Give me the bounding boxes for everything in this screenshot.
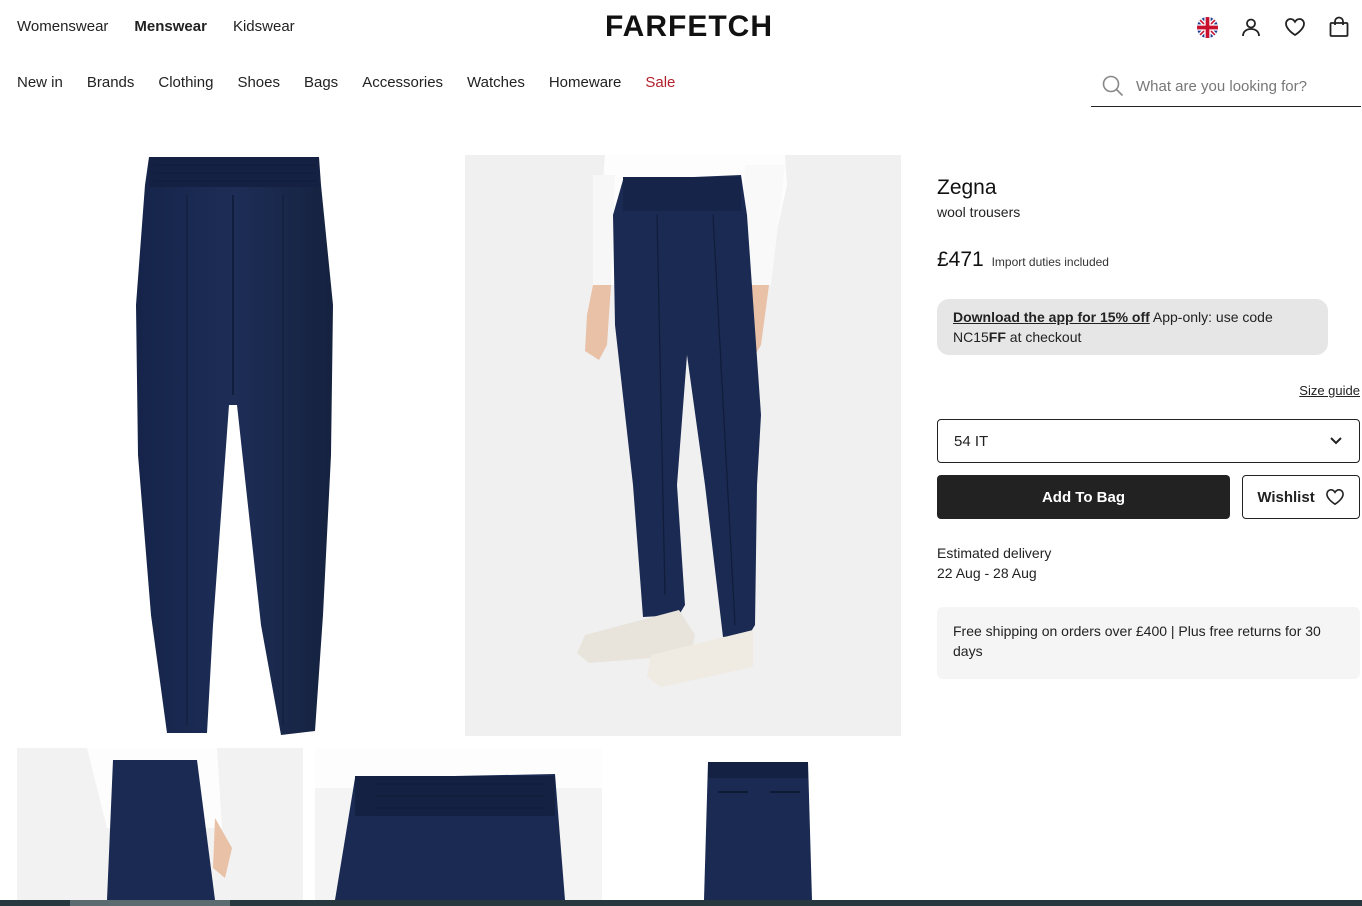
size-guide-link[interactable]: Size guide (1299, 383, 1360, 398)
nav-clothing[interactable]: Clothing (158, 74, 213, 91)
nav-new-in[interactable]: New in (17, 74, 63, 91)
nav-bags[interactable]: Bags (304, 74, 338, 91)
product-price: £471 Import duties included (937, 248, 1109, 272)
nav-homeware[interactable]: Homeware (549, 74, 622, 91)
promo-text: App-only: use code (1149, 309, 1273, 325)
price-value: £471 (937, 248, 984, 271)
add-to-bag-button[interactable]: Add To Bag (937, 475, 1230, 519)
product-brand[interactable]: Zegna (937, 176, 997, 200)
scroll-thumb[interactable] (70, 900, 230, 906)
thumbnail-waistband-detail[interactable] (315, 748, 602, 900)
chevron-down-icon (1329, 436, 1343, 446)
delivery-dates: 22 Aug - 28 Aug (937, 565, 1037, 581)
selected-size: 54 IT (954, 432, 989, 450)
nav-shoes[interactable]: Shoes (237, 74, 280, 91)
search-input[interactable] (1134, 76, 1358, 96)
wishlist-button[interactable]: Wishlist (1242, 475, 1360, 519)
search-icon[interactable] (1102, 75, 1124, 97)
thumbnail-back-view[interactable] (17, 748, 303, 900)
search-bar (1091, 66, 1361, 107)
promo-code-bold: FF (988, 329, 1006, 345)
gender-womenswear[interactable]: Womenswear (17, 18, 108, 35)
thumbnail-back-flat[interactable] (614, 748, 901, 900)
promo-text-end: at checkout (1005, 329, 1082, 345)
product-image-main[interactable] (17, 155, 453, 737)
promo-code-prefix: NC15 (953, 329, 989, 345)
farfetch-logo[interactable]: FARFETCH (586, 10, 792, 44)
download-app-link[interactable]: Download the app for 15% off (953, 309, 1150, 325)
gender-kidswear[interactable]: Kidswear (233, 18, 295, 35)
gender-switch: Womenswear Menswear Kidswear (17, 18, 295, 35)
delivery-label: Estimated delivery (937, 545, 1052, 561)
import-duty-note: Import duties included (991, 255, 1109, 269)
account-icon[interactable] (1240, 16, 1262, 38)
nav-accessories[interactable]: Accessories (362, 74, 443, 91)
nav-watches[interactable]: Watches (467, 74, 525, 91)
uk-flag-icon[interactable] (1196, 16, 1218, 38)
product-name: wool trousers (937, 204, 1021, 220)
estimated-delivery: Estimated delivery 22 Aug - 28 Aug (937, 543, 1051, 583)
header-actions (1196, 16, 1350, 38)
wishlist-heart-icon[interactable] (1284, 16, 1306, 38)
shipping-note: Free shipping on orders over £400 | Plus… (953, 623, 1321, 659)
nav-brands[interactable]: Brands (87, 74, 135, 91)
app-promo-banner: Download the app for 15% off App-only: u… (937, 299, 1328, 355)
shopping-bag-icon[interactable] (1328, 16, 1350, 38)
shipping-info-box: Free shipping on orders over £400 | Plus… (937, 607, 1360, 679)
nav-sale[interactable]: Sale (645, 74, 675, 91)
heart-icon (1325, 488, 1345, 506)
wishlist-label: Wishlist (1257, 488, 1315, 506)
main-nav: New in Brands Clothing Shoes Bags Access… (17, 74, 675, 91)
product-image-model[interactable] (465, 155, 901, 736)
gender-menswear[interactable]: Menswear (134, 18, 207, 35)
size-select[interactable]: 54 IT (937, 419, 1360, 463)
page-scroll-bar (0, 900, 1362, 906)
